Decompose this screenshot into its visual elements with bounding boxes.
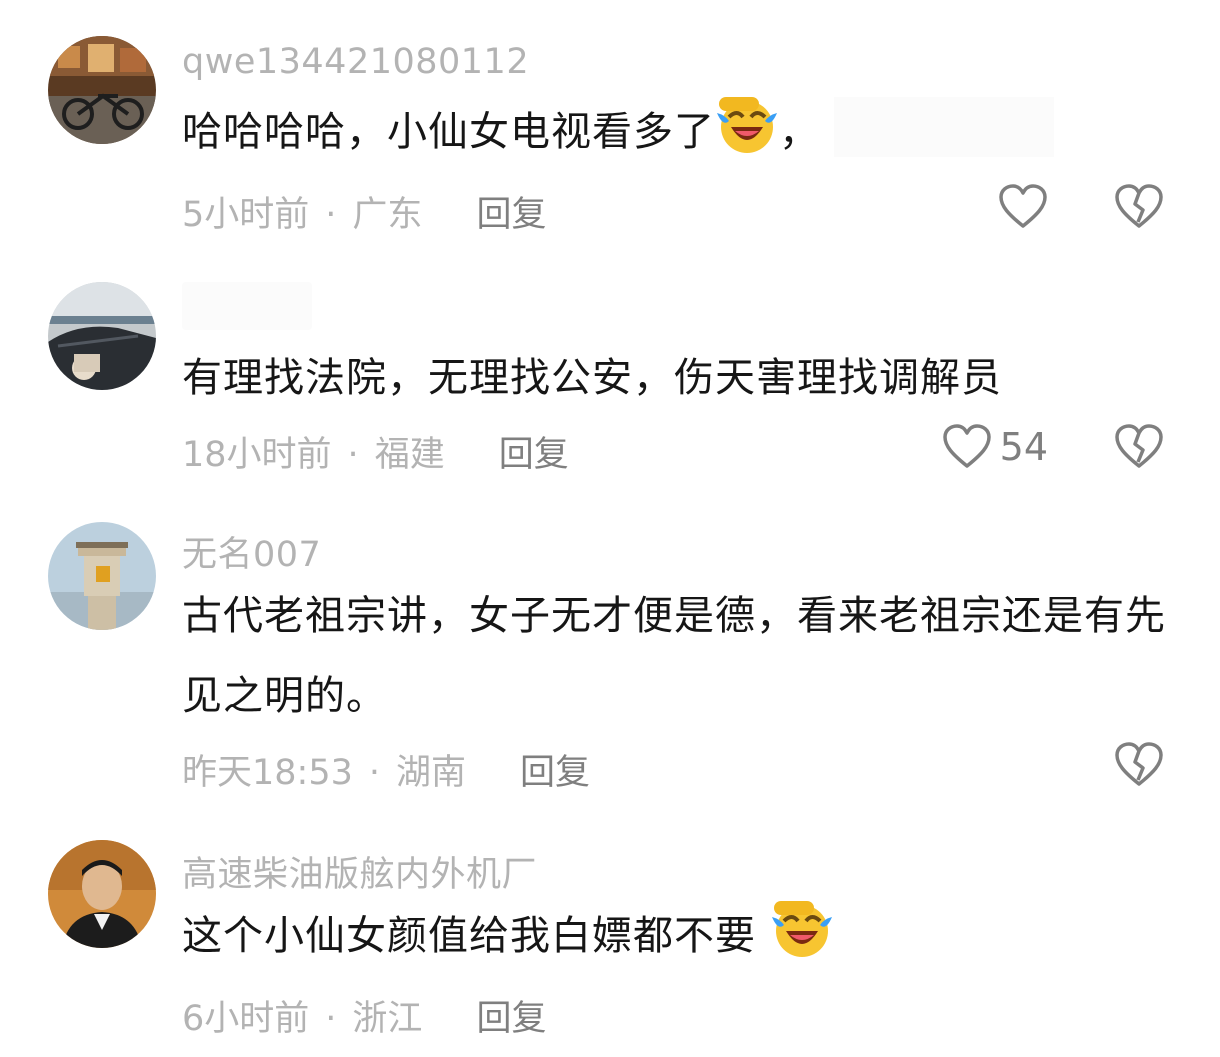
broken-heart-icon xyxy=(1115,424,1163,468)
comment-text: 古代老祖宗讲，女子无才便是德，看来老祖宗还是有先见之明的。 xyxy=(182,576,1182,736)
meta-separator: · xyxy=(347,435,359,475)
like-button[interactable] xyxy=(998,184,1048,230)
comment-location: 福建 xyxy=(374,435,445,475)
comment-location: 湖南 xyxy=(396,753,467,793)
heart-outline-icon xyxy=(942,424,991,468)
comment-text-body: 这个小仙女颜值给我白嫖都不要 xyxy=(182,913,756,959)
username[interactable]: 高速柴油版舷内外机厂 xyxy=(182,846,537,897)
reply-button[interactable]: 回复 xyxy=(476,195,546,235)
dislike-button[interactable] xyxy=(1114,424,1164,470)
like-count: 54 xyxy=(999,425,1048,469)
comment-location: 广东 xyxy=(352,195,423,235)
comment-text: 哈哈哈哈，小仙女电视看多了 ， xyxy=(182,92,1182,172)
like-button[interactable]: 54 xyxy=(942,424,1048,470)
laughing-tears-emoji xyxy=(717,97,777,153)
avatar-image xyxy=(48,840,156,948)
avatar[interactable] xyxy=(48,36,156,144)
hidden-content xyxy=(834,97,1054,157)
avatar-image xyxy=(48,36,156,144)
comment-text-body: 古代老祖宗讲，女子无才便是德，看来老祖宗还是有先见之明的。 xyxy=(182,593,1166,719)
comment-text: 这个小仙女颜值给我白嫖都不要 xyxy=(182,896,1182,976)
reply-button[interactable]: 回复 xyxy=(476,999,546,1039)
broken-heart-icon xyxy=(1115,184,1163,228)
meta-separator: · xyxy=(325,999,337,1039)
reply-button[interactable]: 回复 xyxy=(499,435,569,475)
comment-item: qwe134421080112 哈哈哈哈，小仙女电视看多了 ， 5小时前 · 广东 回… xyxy=(0,0,1220,260)
username[interactable]: qwe134421080112 xyxy=(182,42,529,82)
avatar-image xyxy=(48,282,156,390)
laughing-tears-emoji xyxy=(771,901,832,957)
comment-time: 昨天18:53 xyxy=(182,753,353,793)
avatar[interactable] xyxy=(48,522,156,630)
avatar[interactable] xyxy=(48,282,156,390)
comment-item: 无名007 古代老祖宗讲，女子无才便是德，看来老祖宗还是有先见之明的。 昨天18… xyxy=(0,500,1220,820)
username[interactable] xyxy=(182,282,312,330)
comment-time: 18小时前 xyxy=(182,435,332,475)
comment-location: 浙江 xyxy=(352,999,423,1039)
meta-separator: · xyxy=(325,195,337,235)
comment-time: 6小时前 xyxy=(182,999,310,1039)
meta-separator: · xyxy=(368,753,381,793)
reply-button[interactable]: 回复 xyxy=(520,753,590,793)
comment-text: 有理找法院，无理找公安，伤天害理找调解员 xyxy=(182,338,1182,418)
comment-meta: 18小时前 · 福建 回复 xyxy=(182,426,569,477)
avatar-image xyxy=(48,522,156,630)
username[interactable]: 无名007 xyxy=(182,526,321,577)
comment-text-body: 哈哈哈哈，小仙女电视看多了 xyxy=(182,109,715,155)
comment-text-body: 有理找法院，无理找公安，伤天害理找调解员 xyxy=(182,355,1002,401)
dislike-button[interactable] xyxy=(1114,742,1164,788)
comment-meta: 5小时前 · 广东 回复 xyxy=(182,186,546,237)
comment-text-suffix: ， xyxy=(779,109,820,155)
broken-heart-icon xyxy=(1115,742,1163,786)
heart-outline-icon xyxy=(999,184,1047,228)
dislike-button[interactable] xyxy=(1114,184,1164,230)
comment-meta: 昨天18:53 · 湖南 回复 xyxy=(182,744,590,795)
avatar[interactable] xyxy=(48,840,156,948)
comment-meta: 6小时前 · 浙江 回复 xyxy=(182,990,546,1041)
comment-item: 高速柴油版舷内外机厂 这个小仙女颜值给我白嫖都不要 6小时前 · 浙江 回复 xyxy=(0,820,1220,1057)
comment-time: 5小时前 xyxy=(182,195,310,235)
comment-item: 有理找法院，无理找公安，伤天害理找调解员 18小时前 · 福建 回复 54 xyxy=(0,270,1220,500)
